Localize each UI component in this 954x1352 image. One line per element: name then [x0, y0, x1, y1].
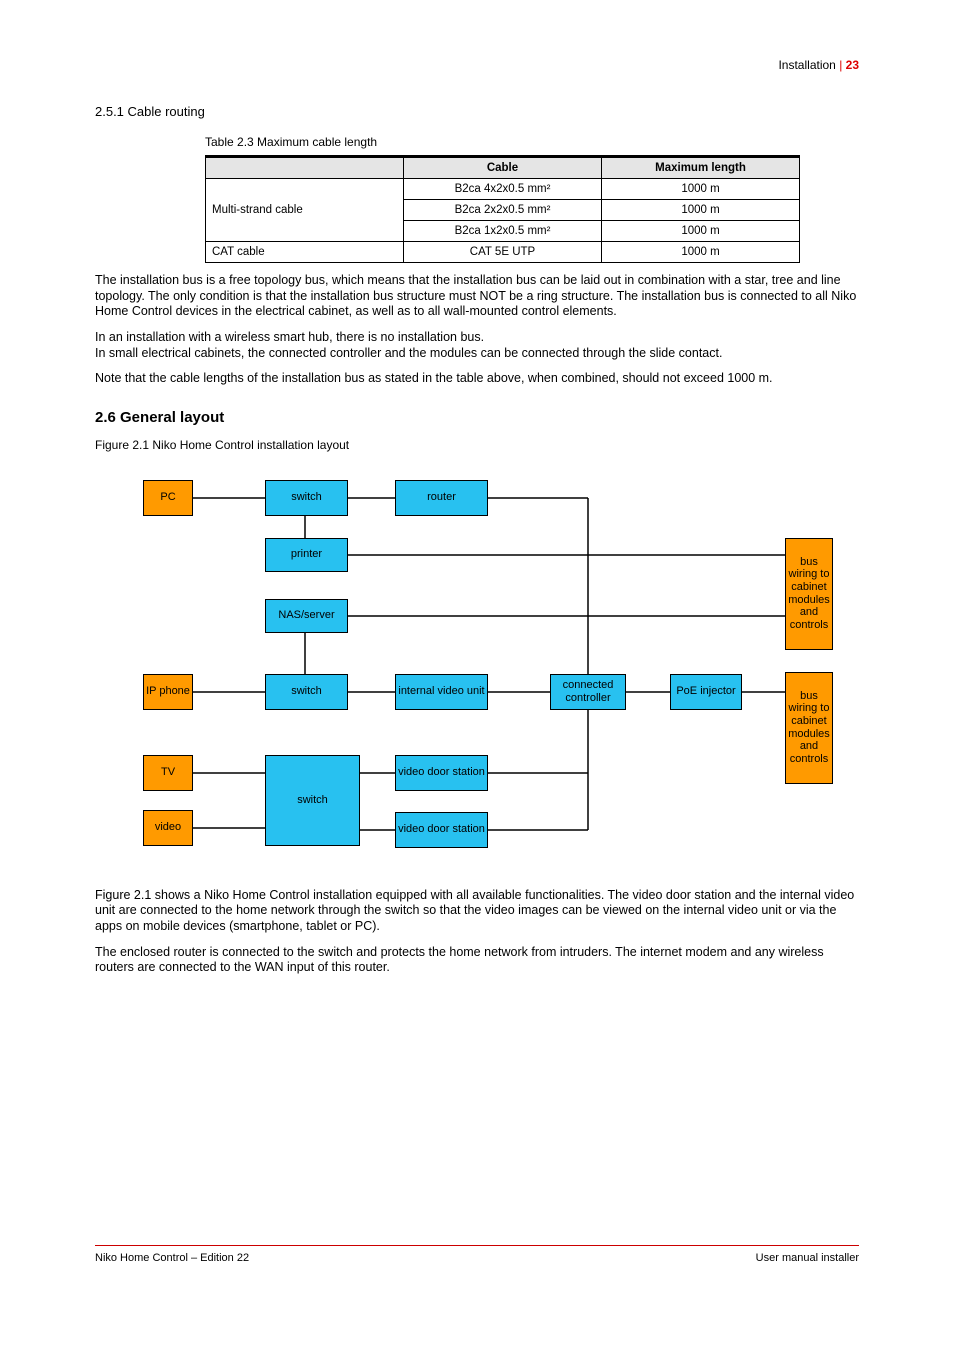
- node-dvs1: video door station: [395, 755, 488, 791]
- node-dvs2: video door station: [395, 812, 488, 848]
- node-poe: PoE injector: [670, 674, 742, 710]
- footer-left: Niko Home Control – Edition 22: [95, 1252, 249, 1264]
- table-cell: Multi-strand cable: [206, 179, 404, 242]
- table-cell: 1000 m: [602, 200, 800, 221]
- section-heading: 2.5.1 Cable routing: [95, 104, 859, 119]
- node-nas: NAS/server: [265, 599, 348, 633]
- node-router: router: [395, 480, 488, 516]
- layout-diagram: PC switch router printer NAS/server IP p…: [95, 458, 859, 878]
- node-cc: connected controller: [550, 674, 626, 710]
- paragraph: In an installation with a wireless smart…: [95, 330, 859, 361]
- node-printer: printer: [265, 538, 348, 572]
- node-pc: PC: [143, 480, 193, 516]
- table-caption: Table 2.3 Maximum cable length: [205, 135, 859, 149]
- table-header: Maximum length: [602, 157, 800, 179]
- node-tv: TV: [143, 755, 193, 791]
- node-vds: internal video unit: [395, 674, 488, 710]
- page-header: Installation | 23: [778, 58, 859, 72]
- paragraph: The enclosed router is connected to the …: [95, 945, 859, 976]
- table-cell: 1000 m: [602, 221, 800, 242]
- node-ext1: bus wiring to cabinet modules and contro…: [785, 538, 833, 650]
- node-phone: IP phone: [143, 674, 193, 710]
- table-cell: B2ca 4x2x0.5 mm²: [404, 179, 602, 200]
- cable-length-table: Cable Maximum length Multi-strand cable …: [205, 155, 800, 263]
- table-row: CAT cable CAT 5E UTP 1000 m: [206, 242, 800, 263]
- node-switch: switch: [265, 480, 348, 516]
- node-ext2: bus wiring to cabinet modules and contro…: [785, 672, 833, 784]
- table-cell: 1000 m: [602, 242, 800, 263]
- table-cell: 1000 m: [602, 179, 800, 200]
- table-row: Multi-strand cable B2ca 4x2x0.5 mm² 1000…: [206, 179, 800, 200]
- node-switch-3: switch: [265, 755, 360, 846]
- table-cell: CAT 5E UTP: [404, 242, 602, 263]
- table-header: Cable: [404, 157, 602, 179]
- page-number: 23: [846, 58, 859, 72]
- table-cell: B2ca 1x2x0.5 mm²: [404, 221, 602, 242]
- paragraph: Note that the cable lengths of the insta…: [95, 371, 859, 387]
- figure-caption: Figure 2.1 Niko Home Control installatio…: [95, 438, 859, 452]
- table-header: [206, 157, 404, 179]
- footer-right: User manual installer: [756, 1252, 859, 1264]
- heading-general-layout: 2.6 General layout: [95, 409, 859, 426]
- paragraph: The installation bus is a free topology …: [95, 273, 859, 320]
- node-switch-2: switch: [265, 674, 348, 710]
- table-cell: B2ca 2x2x0.5 mm²: [404, 200, 602, 221]
- page-footer: Niko Home Control – Edition 22 User manu…: [95, 1245, 859, 1264]
- table-cell: CAT cable: [206, 242, 404, 263]
- node-video: video: [143, 810, 193, 846]
- chapter-title: Installation: [778, 58, 835, 72]
- paragraph: Figure 2.1 shows a Niko Home Control ins…: [95, 888, 859, 935]
